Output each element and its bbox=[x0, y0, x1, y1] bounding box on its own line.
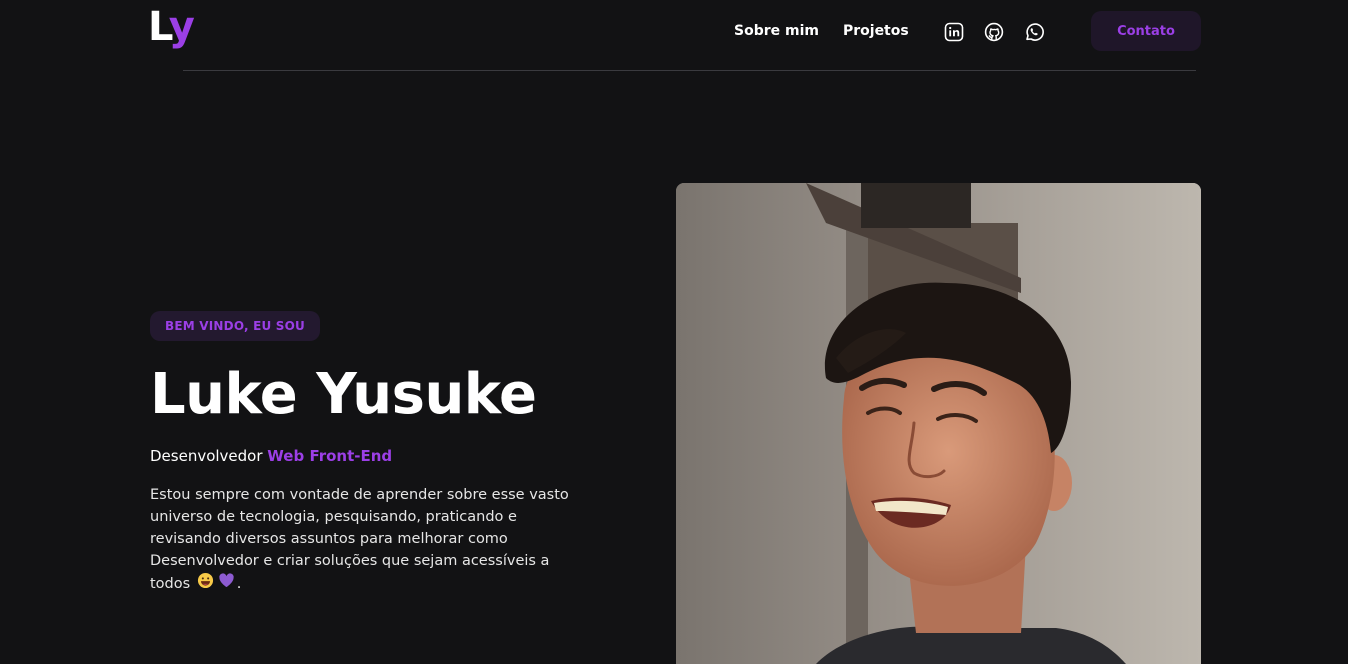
header-divider bbox=[183, 70, 1196, 71]
whatsapp-icon[interactable] bbox=[1023, 21, 1045, 43]
github-icon[interactable] bbox=[983, 21, 1005, 43]
logo[interactable]: Ly bbox=[148, 2, 195, 52]
role-prefix: Desenvolvedor bbox=[150, 447, 268, 465]
welcome-badge: BEM VINDO, EU SOU bbox=[150, 311, 320, 341]
main-nav: Sobre mim Projetos bbox=[734, 22, 909, 40]
hero-name: Luke Yusuke bbox=[150, 362, 537, 427]
logo-letter-y: y bbox=[168, 4, 195, 50]
site-header: Ly Sobre mim Projetos Contato bbox=[0, 0, 1348, 71]
nav-link-projetos[interactable]: Projetos bbox=[843, 22, 909, 40]
hero-bio: Estou sempre com vontade de aprender sob… bbox=[150, 484, 590, 596]
linkedin-icon[interactable] bbox=[943, 21, 965, 43]
nav-link-sobre-mim[interactable]: Sobre mim bbox=[734, 22, 819, 40]
grinning-emoji bbox=[197, 572, 214, 596]
logo-letter-l: L bbox=[148, 4, 171, 50]
contact-button[interactable]: Contato bbox=[1091, 11, 1201, 51]
hero-role: Desenvolvedor Web Front-End bbox=[150, 446, 392, 466]
bio-end: . bbox=[236, 576, 242, 592]
social-links bbox=[943, 21, 1045, 43]
purple-heart-emoji bbox=[218, 572, 235, 596]
portfolio-page: Ly Sobre mim Projetos Contato BEM VINDO,… bbox=[0, 0, 1348, 664]
role-highlight: Web Front-End bbox=[267, 447, 393, 465]
profile-photo bbox=[676, 183, 1201, 664]
